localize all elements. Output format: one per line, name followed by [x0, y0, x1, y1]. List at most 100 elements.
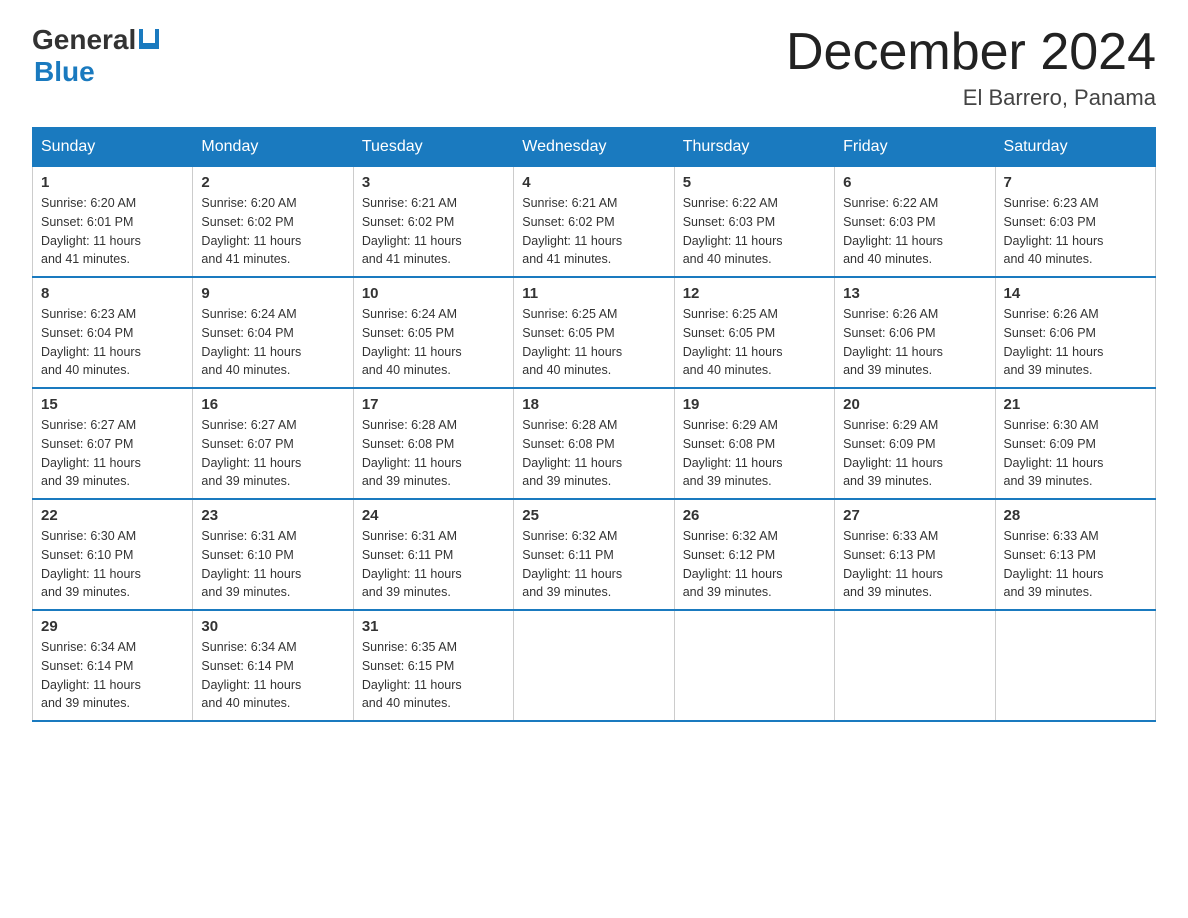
header-monday: Monday — [193, 128, 353, 167]
day-info: Sunrise: 6:24 AMSunset: 6:04 PMDaylight:… — [201, 307, 301, 377]
calendar-table: Sunday Monday Tuesday Wednesday Thursday… — [32, 127, 1156, 722]
day-info: Sunrise: 6:21 AMSunset: 6:02 PMDaylight:… — [522, 196, 622, 266]
day-info: Sunrise: 6:22 AMSunset: 6:03 PMDaylight:… — [843, 196, 943, 266]
logo: General Blue — [32, 24, 159, 88]
table-row: 7 Sunrise: 6:23 AMSunset: 6:03 PMDayligh… — [995, 167, 1155, 278]
day-number: 6 — [843, 174, 986, 191]
day-info: Sunrise: 6:28 AMSunset: 6:08 PMDaylight:… — [522, 418, 622, 488]
title-area: December 2024 El Barrero, Panama — [786, 24, 1156, 111]
logo-blue: Blue — [34, 56, 95, 88]
day-info: Sunrise: 6:34 AMSunset: 6:14 PMDaylight:… — [201, 640, 301, 710]
day-number: 21 — [1004, 396, 1147, 413]
day-number: 3 — [362, 174, 505, 191]
table-row: 11 Sunrise: 6:25 AMSunset: 6:05 PMDaylig… — [514, 277, 674, 388]
logo-general: General — [32, 24, 136, 56]
day-info: Sunrise: 6:28 AMSunset: 6:08 PMDaylight:… — [362, 418, 462, 488]
day-info: Sunrise: 6:33 AMSunset: 6:13 PMDaylight:… — [843, 529, 943, 599]
day-number: 20 — [843, 396, 986, 413]
day-number: 12 — [683, 285, 826, 302]
day-number: 7 — [1004, 174, 1147, 191]
day-number: 8 — [41, 285, 184, 302]
day-number: 1 — [41, 174, 184, 191]
table-row: 21 Sunrise: 6:30 AMSunset: 6:09 PMDaylig… — [995, 388, 1155, 499]
table-row: 18 Sunrise: 6:28 AMSunset: 6:08 PMDaylig… — [514, 388, 674, 499]
calendar-week-row: 15 Sunrise: 6:27 AMSunset: 6:07 PMDaylig… — [33, 388, 1156, 499]
table-row: 19 Sunrise: 6:29 AMSunset: 6:08 PMDaylig… — [674, 388, 834, 499]
day-number: 26 — [683, 507, 826, 524]
day-info: Sunrise: 6:32 AMSunset: 6:12 PMDaylight:… — [683, 529, 783, 599]
table-row: 15 Sunrise: 6:27 AMSunset: 6:07 PMDaylig… — [33, 388, 193, 499]
day-info: Sunrise: 6:35 AMSunset: 6:15 PMDaylight:… — [362, 640, 462, 710]
table-row: 17 Sunrise: 6:28 AMSunset: 6:08 PMDaylig… — [353, 388, 513, 499]
day-number: 4 — [522, 174, 665, 191]
day-number: 9 — [201, 285, 344, 302]
table-row — [514, 610, 674, 721]
day-number: 28 — [1004, 507, 1147, 524]
table-row — [835, 610, 995, 721]
table-row: 22 Sunrise: 6:30 AMSunset: 6:10 PMDaylig… — [33, 499, 193, 610]
day-info: Sunrise: 6:21 AMSunset: 6:02 PMDaylight:… — [362, 196, 462, 266]
day-info: Sunrise: 6:25 AMSunset: 6:05 PMDaylight:… — [522, 307, 622, 377]
page-header: General Blue December 2024 El Barrero, P… — [32, 24, 1156, 111]
day-info: Sunrise: 6:31 AMSunset: 6:10 PMDaylight:… — [201, 529, 301, 599]
day-number: 19 — [683, 396, 826, 413]
table-row: 4 Sunrise: 6:21 AMSunset: 6:02 PMDayligh… — [514, 167, 674, 278]
table-row: 16 Sunrise: 6:27 AMSunset: 6:07 PMDaylig… — [193, 388, 353, 499]
table-row — [995, 610, 1155, 721]
day-number: 27 — [843, 507, 986, 524]
day-number: 5 — [683, 174, 826, 191]
table-row: 2 Sunrise: 6:20 AMSunset: 6:02 PMDayligh… — [193, 167, 353, 278]
table-row: 10 Sunrise: 6:24 AMSunset: 6:05 PMDaylig… — [353, 277, 513, 388]
calendar-week-row: 1 Sunrise: 6:20 AMSunset: 6:01 PMDayligh… — [33, 167, 1156, 278]
day-number: 23 — [201, 507, 344, 524]
day-info: Sunrise: 6:32 AMSunset: 6:11 PMDaylight:… — [522, 529, 622, 599]
day-number: 25 — [522, 507, 665, 524]
table-row: 23 Sunrise: 6:31 AMSunset: 6:10 PMDaylig… — [193, 499, 353, 610]
day-info: Sunrise: 6:34 AMSunset: 6:14 PMDaylight:… — [41, 640, 141, 710]
header-sunday: Sunday — [33, 128, 193, 167]
day-info: Sunrise: 6:20 AMSunset: 6:02 PMDaylight:… — [201, 196, 301, 266]
day-number: 10 — [362, 285, 505, 302]
day-number: 17 — [362, 396, 505, 413]
calendar-week-row: 29 Sunrise: 6:34 AMSunset: 6:14 PMDaylig… — [33, 610, 1156, 721]
day-number: 2 — [201, 174, 344, 191]
calendar-week-row: 8 Sunrise: 6:23 AMSunset: 6:04 PMDayligh… — [33, 277, 1156, 388]
day-number: 18 — [522, 396, 665, 413]
table-row: 3 Sunrise: 6:21 AMSunset: 6:02 PMDayligh… — [353, 167, 513, 278]
table-row: 14 Sunrise: 6:26 AMSunset: 6:06 PMDaylig… — [995, 277, 1155, 388]
day-number: 15 — [41, 396, 184, 413]
day-number: 24 — [362, 507, 505, 524]
day-number: 31 — [362, 618, 505, 635]
day-info: Sunrise: 6:29 AMSunset: 6:09 PMDaylight:… — [843, 418, 943, 488]
table-row: 13 Sunrise: 6:26 AMSunset: 6:06 PMDaylig… — [835, 277, 995, 388]
day-info: Sunrise: 6:23 AMSunset: 6:04 PMDaylight:… — [41, 307, 141, 377]
table-row: 31 Sunrise: 6:35 AMSunset: 6:15 PMDaylig… — [353, 610, 513, 721]
day-number: 14 — [1004, 285, 1147, 302]
day-info: Sunrise: 6:31 AMSunset: 6:11 PMDaylight:… — [362, 529, 462, 599]
day-info: Sunrise: 6:33 AMSunset: 6:13 PMDaylight:… — [1004, 529, 1104, 599]
day-info: Sunrise: 6:30 AMSunset: 6:09 PMDaylight:… — [1004, 418, 1104, 488]
day-info: Sunrise: 6:29 AMSunset: 6:08 PMDaylight:… — [683, 418, 783, 488]
table-row: 25 Sunrise: 6:32 AMSunset: 6:11 PMDaylig… — [514, 499, 674, 610]
day-info: Sunrise: 6:26 AMSunset: 6:06 PMDaylight:… — [843, 307, 943, 377]
table-row: 27 Sunrise: 6:33 AMSunset: 6:13 PMDaylig… — [835, 499, 995, 610]
header-tuesday: Tuesday — [353, 128, 513, 167]
table-row: 5 Sunrise: 6:22 AMSunset: 6:03 PMDayligh… — [674, 167, 834, 278]
table-row: 24 Sunrise: 6:31 AMSunset: 6:11 PMDaylig… — [353, 499, 513, 610]
day-number: 13 — [843, 285, 986, 302]
day-info: Sunrise: 6:23 AMSunset: 6:03 PMDaylight:… — [1004, 196, 1104, 266]
day-info: Sunrise: 6:22 AMSunset: 6:03 PMDaylight:… — [683, 196, 783, 266]
table-row: 29 Sunrise: 6:34 AMSunset: 6:14 PMDaylig… — [33, 610, 193, 721]
month-title: December 2024 — [786, 24, 1156, 81]
table-row: 1 Sunrise: 6:20 AMSunset: 6:01 PMDayligh… — [33, 167, 193, 278]
day-number: 29 — [41, 618, 184, 635]
day-info: Sunrise: 6:27 AMSunset: 6:07 PMDaylight:… — [201, 418, 301, 488]
table-row: 26 Sunrise: 6:32 AMSunset: 6:12 PMDaylig… — [674, 499, 834, 610]
table-row: 8 Sunrise: 6:23 AMSunset: 6:04 PMDayligh… — [33, 277, 193, 388]
header-friday: Friday — [835, 128, 995, 167]
day-number: 30 — [201, 618, 344, 635]
table-row: 28 Sunrise: 6:33 AMSunset: 6:13 PMDaylig… — [995, 499, 1155, 610]
day-number: 22 — [41, 507, 184, 524]
table-row: 6 Sunrise: 6:22 AMSunset: 6:03 PMDayligh… — [835, 167, 995, 278]
table-row — [674, 610, 834, 721]
